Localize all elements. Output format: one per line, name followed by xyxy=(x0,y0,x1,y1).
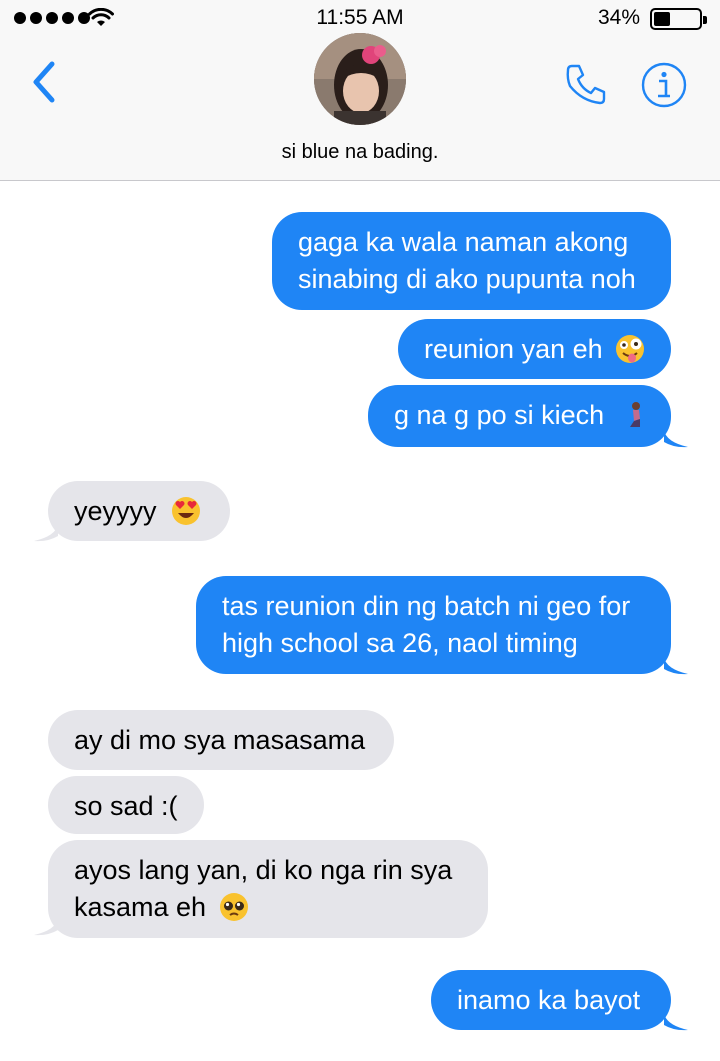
message-text: reunion yan eh xyxy=(424,334,603,364)
message-text: g na g po si kiech xyxy=(394,400,605,430)
conversation-header: 11:55 AM 34% si blue na bading. xyxy=(0,0,720,181)
kneeling-person-emoji-icon xyxy=(629,401,640,427)
bubble-tail xyxy=(664,1013,688,1031)
received-message[interactable]: ayos lang yan, di ko nga rin sya kasama … xyxy=(48,840,488,938)
bubble-tail xyxy=(34,524,58,542)
received-message[interactable]: ay di mo sya masasama xyxy=(48,710,394,770)
sent-message[interactable]: tas reunion din ng batch ni geo for high… xyxy=(196,576,671,674)
message-text-line: kasama eh xyxy=(74,892,207,922)
message-text-line: sinabing di ako pupunta noh xyxy=(298,264,636,294)
pleading-face-emoji-icon xyxy=(219,892,248,921)
sent-message[interactable]: reunion yan eh xyxy=(398,319,671,379)
contact-name[interactable]: si blue na bading. xyxy=(0,141,720,164)
received-message[interactable]: so sad :( xyxy=(48,776,204,834)
avatar[interactable] xyxy=(314,33,406,125)
message-text: inamo ka bayot xyxy=(457,985,641,1015)
bubble-tail xyxy=(664,657,688,675)
info-icon[interactable] xyxy=(640,61,688,109)
chevron-left-icon[interactable] xyxy=(28,60,62,104)
message-text-line: gaga ka wala naman akong xyxy=(298,227,629,257)
zany-face-emoji-icon xyxy=(616,334,645,363)
sent-message[interactable]: gaga ka wala naman akong sinabing di ako… xyxy=(272,212,671,310)
bubble-tail xyxy=(34,918,58,936)
message-text-line: ayos lang yan, di ko nga rin sya xyxy=(74,855,453,885)
bubble-tail xyxy=(664,430,688,448)
message-text-line: tas reunion din ng batch ni geo for xyxy=(222,591,631,621)
sent-message[interactable]: g na g po si kiech xyxy=(368,385,671,447)
battery-icon xyxy=(650,8,707,30)
message-text: yeyyyy xyxy=(74,496,157,526)
heart-eyes-emoji-icon xyxy=(172,496,201,525)
message-text: ay di mo sya masasama xyxy=(74,725,366,755)
message-text: so sad :( xyxy=(74,791,178,821)
phone-icon[interactable] xyxy=(562,60,610,108)
sent-message[interactable]: inamo ka bayot xyxy=(431,970,671,1030)
received-message[interactable]: yeyyyy xyxy=(48,481,230,541)
message-text-line: high school sa 26, naol timing xyxy=(222,628,578,658)
battery-percentage: 34% xyxy=(597,6,640,29)
